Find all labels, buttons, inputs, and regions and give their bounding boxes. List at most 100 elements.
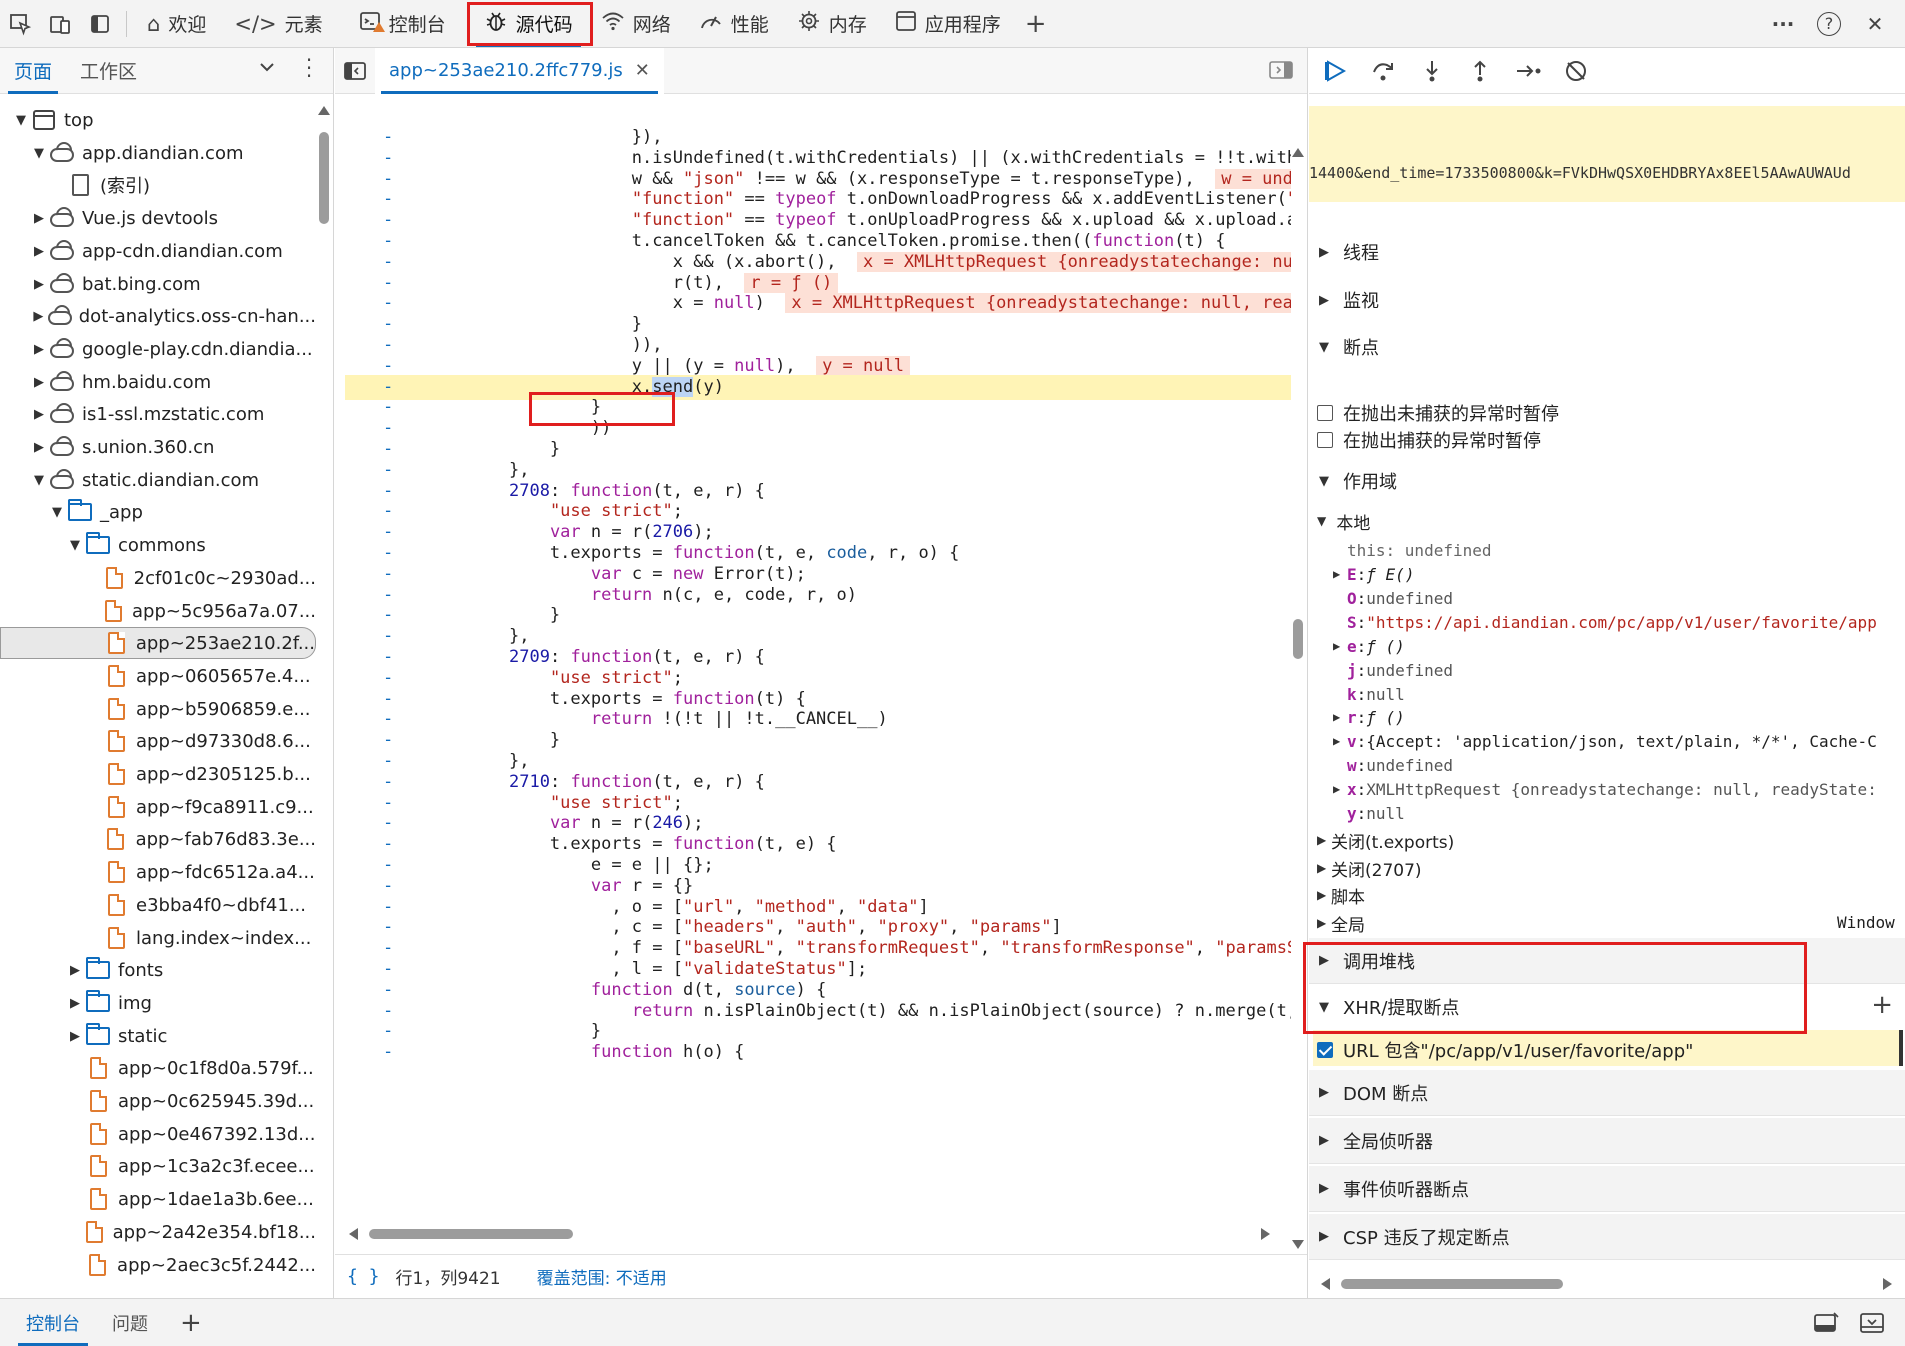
- checkbox[interactable]: [1317, 405, 1333, 421]
- expand-down-icon[interactable]: ▼: [30, 146, 48, 161]
- tab-performance[interactable]: 性能: [685, 1, 783, 47]
- scope-closure[interactable]: ▶ 脚本: [1317, 882, 1365, 908]
- expand-right-icon[interactable]: ▶: [1317, 888, 1331, 902]
- pause-caught-option[interactable]: 在抛出捕获的异常时暂停: [1317, 427, 1541, 453]
- pretty-print-button[interactable]: { }: [347, 1266, 380, 1287]
- tab-workspace[interactable]: 工作区: [66, 48, 151, 94]
- tree-item[interactable]: app~f9ca8911.c9...: [0, 791, 316, 823]
- tree-item[interactable]: ▶ app-cdn.diandian.com: [0, 235, 316, 267]
- resume-icon[interactable]: [1321, 56, 1351, 86]
- drawer-tab-console[interactable]: 控制台: [10, 1300, 96, 1346]
- tree-item[interactable]: ▼ _app: [0, 496, 316, 528]
- section-breakpoints[interactable]: ▼ 断点: [1309, 324, 1905, 370]
- navigator-scrollbar[interactable]: [316, 104, 332, 1327]
- expand-down-icon[interactable]: ▼: [30, 473, 48, 488]
- scope-closure[interactable]: ▶ 关闭(2707): [1317, 855, 1422, 881]
- tree-item[interactable]: ▶ google-play.cdn.diandia...: [0, 333, 316, 365]
- tree-item[interactable]: app~b5906859.e...: [0, 693, 316, 725]
- tree-item[interactable]: app~253ae210.2f...: [0, 627, 316, 659]
- section-csp-breakpoints[interactable]: ▶ CSP 违反了规定断点: [1309, 1214, 1905, 1260]
- more-options-icon[interactable]: ···: [1763, 1, 1803, 47]
- expand-right-icon[interactable]: ▶: [30, 211, 48, 226]
- tree-item[interactable]: app~0c625945.39d...: [0, 1085, 316, 1117]
- close-drawer-icon[interactable]: [1859, 1311, 1885, 1340]
- section-xhr-breakpoints[interactable]: ▼ XHR/提取断点 +: [1309, 984, 1905, 1030]
- expand-right-icon[interactable]: ▶: [1317, 916, 1331, 930]
- scope-variable[interactable]: ▶ v: {Accept: 'application/json, text/pla…: [1333, 729, 1877, 753]
- drawer-tab-issues[interactable]: 问题: [96, 1300, 164, 1346]
- expand-down-icon[interactable]: ▼: [66, 538, 84, 553]
- step-out-icon[interactable]: [1465, 56, 1495, 86]
- toggle-debugger-icon[interactable]: [1269, 60, 1293, 85]
- checkbox[interactable]: [1317, 432, 1333, 448]
- tree-item[interactable]: ▶ hm.baidu.com: [0, 366, 316, 398]
- tree-item[interactable]: 2cf01c0c~2930ad...: [0, 562, 316, 594]
- tree-item[interactable]: (索引): [0, 169, 316, 201]
- scope-variable[interactable]: ▶ e: ƒ (): [1333, 634, 1405, 658]
- toggle-navigator-icon[interactable]: [335, 48, 375, 94]
- expand-right-icon[interactable]: ▶: [30, 407, 48, 422]
- tree-item[interactable]: ▶ s.union.360.cn: [0, 431, 316, 463]
- scope-variable[interactable]: ▶ x: XMLHttpRequest {onreadystatechange: …: [1333, 777, 1877, 801]
- section-global-listeners[interactable]: ▶ 全局侦听器: [1309, 1118, 1905, 1164]
- tab-elements[interactable]: </> 元素: [220, 1, 336, 47]
- expand-right-icon[interactable]: ▶: [1333, 710, 1347, 724]
- scope-variable[interactable]: ▶ r: ƒ (): [1333, 705, 1405, 729]
- step-icon[interactable]: [1513, 56, 1543, 86]
- scope-closure[interactable]: ▶ 关闭(t.exports): [1317, 827, 1454, 853]
- device-emulation-icon[interactable]: [40, 1, 80, 47]
- chevron-down-icon[interactable]: [258, 58, 276, 81]
- tree-item[interactable]: app~1dae1a3b.6ee...: [0, 1183, 316, 1215]
- tree-item[interactable]: lang.index~index...: [0, 922, 316, 954]
- dock-drawer-icon[interactable]: [1813, 1311, 1839, 1340]
- section-scope[interactable]: ▼ 作用域: [1309, 458, 1905, 504]
- tree-item[interactable]: ▶ dot-analytics.oss-cn-han...: [0, 300, 316, 332]
- scroll-thumb[interactable]: [319, 132, 329, 224]
- scroll-down-icon[interactable]: [1292, 1240, 1304, 1249]
- expand-right-icon[interactable]: ▶: [30, 342, 48, 357]
- close-devtools-icon[interactable]: ✕: [1855, 1, 1895, 47]
- scope-closure[interactable]: ▶ 全局: [1317, 910, 1365, 936]
- tab-console[interactable]: 控制台: [345, 1, 460, 47]
- tree-item[interactable]: ▶ static: [0, 1020, 316, 1052]
- tree-item[interactable]: app~0605657e.4...: [0, 660, 316, 692]
- section-dom-breakpoints[interactable]: ▶ DOM 断点: [1309, 1070, 1905, 1116]
- tree-item[interactable]: app~d2305125.b...: [0, 758, 316, 790]
- tree-item[interactable]: ▶ bat.bing.com: [0, 268, 316, 300]
- add-xhr-breakpoint-icon[interactable]: +: [1871, 990, 1893, 1020]
- checkbox-checked[interactable]: [1317, 1042, 1333, 1058]
- expand-right-icon[interactable]: ▶: [66, 1029, 84, 1044]
- scroll-right-icon[interactable]: [1883, 1278, 1892, 1290]
- expand-right-icon[interactable]: ▶: [1333, 639, 1347, 653]
- tree-item[interactable]: e3bba4f0~dbf41...: [0, 889, 316, 921]
- expand-right-icon[interactable]: ▶: [30, 309, 47, 324]
- scope-local[interactable]: ▼ 本地: [1317, 508, 1370, 534]
- tree-item[interactable]: ▶ Vue.js devtools: [0, 202, 316, 234]
- section-call-stack[interactable]: ▶ 调用堆栈: [1309, 938, 1905, 984]
- expand-right-icon[interactable]: ▶: [1333, 734, 1347, 748]
- tree-item[interactable]: app~1c3a2c3f.ecee...: [0, 1150, 316, 1182]
- tree-item[interactable]: ▼ top: [0, 104, 316, 136]
- tree-item[interactable]: ▶ img: [0, 987, 316, 1019]
- tree-item[interactable]: app~fdc6512a.a4...: [0, 856, 316, 888]
- tree-item[interactable]: ▼ commons: [0, 529, 316, 561]
- scroll-left-icon[interactable]: [1321, 1278, 1330, 1290]
- tab-memory[interactable]: 内存: [783, 1, 881, 47]
- drawer-add-tab[interactable]: +: [164, 1300, 218, 1346]
- tree-item[interactable]: app~fab76d83.3e...: [0, 823, 316, 855]
- expand-right-icon[interactable]: ▶: [30, 375, 48, 390]
- close-tab-icon[interactable]: ✕: [635, 60, 650, 81]
- expand-right-icon[interactable]: ▶: [1333, 567, 1347, 581]
- v-scroll-thumb[interactable]: [1293, 619, 1303, 659]
- tab-sources[interactable]: 源代码: [470, 1, 587, 47]
- scope-variable[interactable]: ▶ E: ƒ E(): [1333, 562, 1414, 586]
- tree-item[interactable]: app~2aec3c5f.2442...: [0, 1249, 316, 1281]
- deactivate-breakpoints-icon[interactable]: [1561, 56, 1591, 86]
- h-scroll-thumb[interactable]: [1341, 1279, 1563, 1289]
- tree-item[interactable]: app~d97330d8.6...: [0, 725, 316, 757]
- xhr-breakpoint-item[interactable]: URL 包含"/pc/app/v1/user/favorite/app": [1317, 1037, 1693, 1063]
- tree-item[interactable]: app~0c1f8d0a.579f...: [0, 1052, 316, 1084]
- xhr-breakpoint-row[interactable]: URL 包含"/pc/app/v1/user/favorite/app": [1313, 1030, 1903, 1066]
- scroll-up-icon[interactable]: [1292, 148, 1304, 157]
- tab-network[interactable]: 网络: [587, 1, 685, 47]
